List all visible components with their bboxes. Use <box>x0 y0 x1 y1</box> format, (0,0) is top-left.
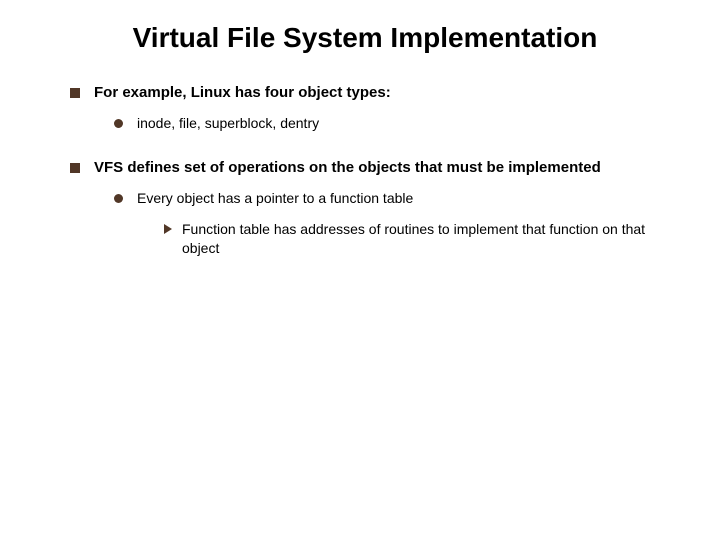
bullet-text: VFS defines set of operations on the obj… <box>94 159 601 176</box>
square-bullet-icon <box>70 88 80 98</box>
square-bullet-icon <box>70 163 80 173</box>
bullet-text: Function table has addresses of routines… <box>182 220 680 258</box>
slide-content: For example, Linux has four object types… <box>0 84 720 258</box>
circle-bullet-icon <box>114 194 123 203</box>
bullet-level1: VFS defines set of operations on the obj… <box>70 159 680 176</box>
bullet-level2: Every object has a pointer to a function… <box>114 190 680 206</box>
slide-title: Virtual File System Implementation <box>0 0 720 84</box>
bullet-level1: For example, Linux has four object types… <box>70 84 680 101</box>
arrow-bullet-icon <box>164 222 172 238</box>
bullet-level3: Function table has addresses of routines… <box>164 220 680 258</box>
bullet-text: Every object has a pointer to a function… <box>137 190 413 206</box>
bullet-text: For example, Linux has four object types… <box>94 84 391 101</box>
bullet-level2: inode, file, superblock, dentry <box>114 115 680 131</box>
bullet-text: inode, file, superblock, dentry <box>137 115 319 131</box>
circle-bullet-icon <box>114 119 123 128</box>
